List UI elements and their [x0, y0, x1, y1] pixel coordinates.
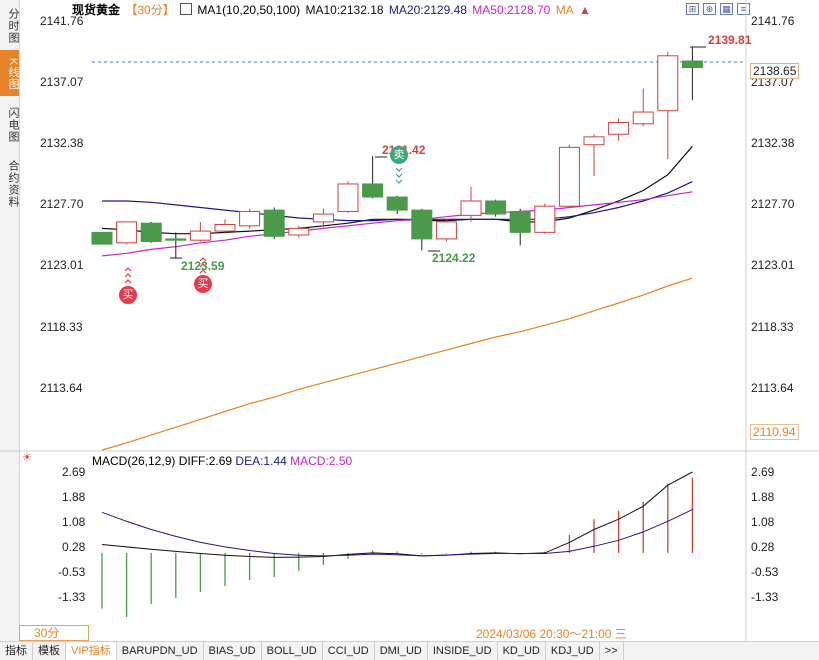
candle-body [485, 200, 507, 215]
candle-body [632, 111, 654, 125]
low-label: 2124.22 [432, 251, 476, 265]
candle-body [534, 205, 556, 233]
macd-tick-right: 1.88 [751, 490, 775, 504]
candle-body [558, 146, 580, 207]
sell-signal[interactable]: 卖 [390, 146, 408, 164]
tab-boll[interactable]: BOLL_UD [262, 642, 323, 660]
price-tick-right: 2113.64 [751, 381, 794, 395]
ma-line-ma100 [101, 277, 693, 451]
tab-kdj[interactable]: KDJ_UD [546, 642, 600, 660]
dea-value: DEA:1.44 [235, 454, 287, 468]
macd-value: MACD:2.50 [290, 454, 353, 468]
macd-tick: 0.28 [62, 540, 86, 554]
candle-body [239, 210, 261, 227]
candle-body [362, 183, 384, 198]
buy-signal[interactable]: 买 [119, 286, 137, 304]
current-price-tag: 2138.65 [750, 63, 800, 79]
price-tick: 2113.64 [40, 381, 83, 395]
low-left-label: 2123.59 [181, 259, 225, 273]
tab-bias[interactable]: BIAS_UD [204, 642, 262, 660]
tab-barupdn[interactable]: BARUPDN_UD [117, 642, 204, 660]
macd-tick-right: 1.08 [751, 515, 775, 529]
buy-arrow-icon [124, 279, 132, 284]
macd-tick: 1.08 [62, 515, 86, 529]
buy-signal[interactable]: 买 [194, 275, 212, 293]
candle-body [657, 55, 679, 112]
macd-tick-right: 2.69 [751, 465, 775, 479]
price-tick: 2137.07 [40, 75, 84, 89]
candle-body [386, 196, 408, 211]
macd-settings-icon[interactable]: ☀ [22, 451, 32, 464]
tab-more[interactable]: >> [600, 642, 624, 660]
price-tick: 2132.38 [40, 136, 84, 150]
candle-body [91, 231, 113, 245]
candle-body [312, 213, 334, 223]
candle-body [509, 210, 531, 233]
candle-body [288, 227, 310, 236]
tab-template[interactable]: 模板 [33, 642, 66, 660]
kline-chart [0, 0, 819, 641]
candle-body [681, 60, 703, 69]
candle-body [116, 221, 138, 244]
candle-body [435, 221, 457, 240]
price-tick: 2118.33 [40, 320, 83, 334]
sell-arrow-icon [395, 179, 403, 184]
macd-tick: 1.88 [62, 490, 86, 504]
macd-header: MACD(26,12,9) DIFF:2.69 DEA:1.44 MACD:2.… [92, 454, 352, 468]
macd-tick: -1.33 [58, 590, 86, 604]
candle-body [165, 238, 187, 241]
sell-arrow-icon [395, 167, 403, 172]
price-tick-right: 2141.76 [751, 14, 795, 28]
tab-cci[interactable]: CCI_UD [323, 642, 375, 660]
price-tick-right: 2132.38 [751, 136, 795, 150]
indicator-tab-bar: 指标 模板 VIP指标 BARUPDN_UD BIAS_UD BOLL_UD C… [0, 641, 819, 660]
price-tick-right: 2118.33 [751, 320, 794, 334]
macd-tick-right: -1.33 [751, 590, 779, 604]
macd-tick-right: 0.28 [751, 540, 775, 554]
ma100-price-tag: 2110.94 [750, 424, 799, 440]
macd-line-diff [101, 471, 693, 558]
tab-indicator[interactable]: 指标 [0, 642, 33, 660]
diff-value: DIFF:2.69 [178, 454, 233, 468]
macd-line-dea [101, 509, 693, 557]
candle-body [411, 209, 433, 240]
candle-body [583, 136, 605, 146]
macd-tick: -0.53 [58, 565, 86, 579]
candle-body [189, 230, 211, 241]
candle-body [140, 222, 162, 243]
price-tick: 2123.01 [40, 258, 84, 272]
candle-body [263, 209, 285, 237]
candle-body [608, 121, 630, 135]
price-tick-right: 2123.01 [751, 258, 795, 272]
tab-dmi[interactable]: DMI_UD [375, 642, 428, 660]
price-tick: 2127.70 [40, 197, 84, 211]
candle-body [214, 224, 236, 232]
period-selector[interactable]: 30分 [19, 625, 89, 641]
buy-arrow-icon [124, 267, 132, 272]
price-tick-right: 2127.70 [751, 197, 795, 211]
tab-vip[interactable]: VIP指标 [66, 642, 117, 660]
high-label: 2139.81 [708, 33, 752, 47]
buy-arrow-icon [124, 273, 132, 278]
tab-inside[interactable]: INSIDE_UD [428, 642, 498, 660]
tab-kd[interactable]: KD_UD [498, 642, 546, 660]
macd-label: MACD(26,12,9) [92, 454, 176, 468]
candle-body [337, 183, 359, 212]
macd-tick-right: -0.53 [751, 565, 779, 579]
price-tick: 2141.76 [40, 14, 84, 28]
macd-tick: 2.69 [62, 465, 86, 479]
sell-arrow-icon [395, 173, 403, 178]
candle-body [460, 200, 482, 216]
date-range: 2024/03/06 20:30～21:00 三 [476, 627, 627, 641]
